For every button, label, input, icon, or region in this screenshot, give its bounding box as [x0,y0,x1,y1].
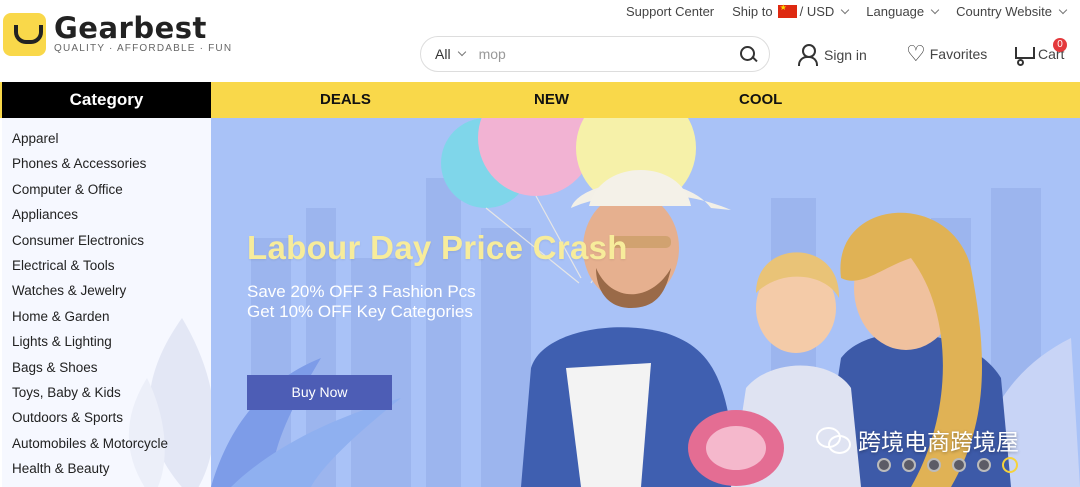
carousel-dots [877,457,1018,473]
logo-tagline: QUALITY · AFFORDABLE · FUN [54,43,233,54]
support-center-link[interactable]: Support Center [626,4,714,19]
banner-subtitle-2: Get 10% OFF Key Categories [247,302,473,321]
carousel-dot[interactable] [902,458,916,472]
flag-cn-icon [777,3,797,18]
sign-in-link[interactable]: Sign in [798,44,867,66]
banner-title: Labour Day Price Crash [247,229,628,266]
sidebar-item-phones[interactable]: Phones & Accessories [12,153,168,178]
category-list: Apparel Phones & Accessories Computer & … [12,128,168,483]
sidebar-item-toys[interactable]: Toys, Baby & Kids [12,382,168,407]
main-nav: Category DEALS NEW COOL [0,82,1080,118]
header: Gearbest QUALITY · AFFORDABLE · FUN Supp… [0,0,1080,82]
chevron-down-icon [1058,5,1068,14]
favorites-link[interactable]: ♡ Favorites [906,41,987,66]
user-icon [798,44,818,66]
cart-count-badge: 0 [1053,38,1067,52]
category-menu-button[interactable]: Category [2,82,211,118]
carousel-dot[interactable] [977,458,991,472]
carousel-dot[interactable] [877,458,891,472]
sidebar-item-outdoors[interactable]: Outdoors & Sports [12,407,168,432]
sidebar-item-bags-shoes[interactable]: Bags & Shoes [12,357,168,382]
search-category-select[interactable]: All [435,46,466,62]
sidebar-item-electrical-tools[interactable]: Electrical & Tools [12,255,168,280]
sidebar-item-health-beauty[interactable]: Health & Beauty [12,458,168,483]
sidebar-item-appliances[interactable]: Appliances [12,204,168,229]
carousel-dot[interactable] [927,458,941,472]
sidebar-item-lights[interactable]: Lights & Lighting [12,331,168,356]
chevron-down-icon [841,5,850,14]
sidebar-item-automobiles[interactable]: Automobiles & Motorcycle [12,433,168,458]
language-selector[interactable]: Language [866,4,940,19]
nav-cool[interactable]: COOL [739,82,782,118]
topbar: Support Center Ship to / USD Language Co… [608,3,1068,19]
search-icon[interactable] [740,45,757,63]
category-sidebar: Apparel Phones & Accessories Computer & … [2,118,211,487]
search-input[interactable] [478,46,740,62]
search-bar: All [420,36,770,72]
sidebar-item-computer[interactable]: Computer & Office [12,179,168,204]
carousel-dot[interactable] [952,458,966,472]
sidebar-item-apparel[interactable]: Apparel [12,128,168,153]
buy-now-button[interactable]: Buy Now [247,375,392,410]
banner-subtitle-1: Save 20% OFF 3 Fashion Pcs [247,282,476,301]
logo-mark-icon [3,13,46,56]
chevron-down-icon [457,47,466,57]
logo-name: Gearbest [54,11,207,45]
cart-icon [1012,44,1035,66]
watermark: 跨境电商跨境屋 [816,423,1019,457]
hero-banner[interactable]: Labour Day Price Crash Save 20% OFF 3 Fa… [211,118,1080,487]
logo[interactable]: Gearbest QUALITY · AFFORDABLE · FUN [3,13,232,56]
nav-deals[interactable]: DEALS [320,82,371,118]
country-website-selector[interactable]: Country Website [956,4,1068,19]
carousel-dot-active[interactable] [1002,457,1018,473]
wechat-icon [816,427,851,454]
ship-to-selector[interactable]: Ship to / USD [732,3,850,19]
chevron-down-icon [930,5,940,14]
nav-new[interactable]: NEW [534,82,569,118]
sidebar-item-consumer-electronics[interactable]: Consumer Electronics [12,230,168,255]
heart-icon: ♡ [906,41,926,66]
sidebar-item-watches-jewelry[interactable]: Watches & Jewelry [12,280,168,305]
sidebar-item-home-garden[interactable]: Home & Garden [12,306,168,331]
